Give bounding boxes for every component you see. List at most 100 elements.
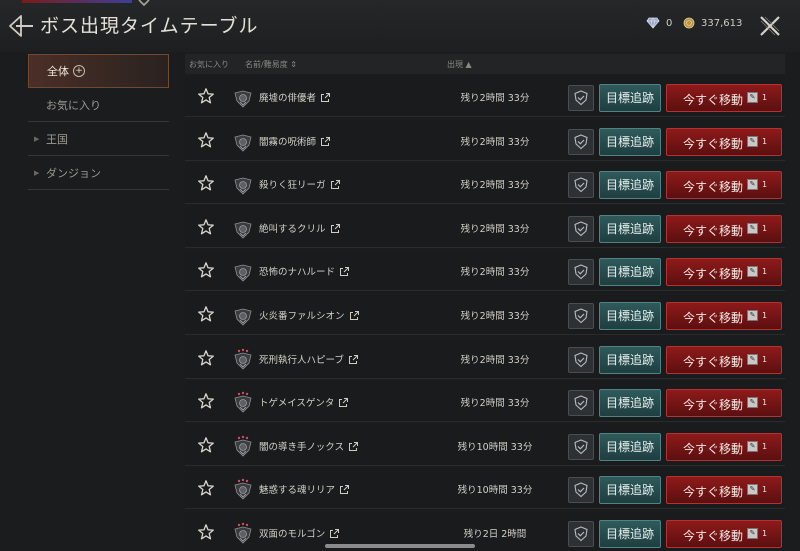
spawn-time: 残り2時間 33分 — [460, 223, 530, 235]
back-arrow-icon[interactable] — [6, 12, 36, 40]
teleport-scroll-icon: ✎ — [747, 310, 758, 321]
shield-check-button[interactable] — [568, 521, 594, 547]
favorite-star-icon[interactable] — [197, 131, 215, 149]
external-link-icon — [340, 267, 350, 277]
gold-currency: 337,613 — [683, 17, 742, 29]
boss-name-link[interactable]: 闇霧の呪術師 — [259, 134, 331, 148]
move-now-button[interactable]: 今すぐ移動 ✎ 1 — [666, 476, 782, 505]
boss-name-link[interactable]: 双面のモルゴン — [259, 526, 340, 540]
move-now-button[interactable]: 今すぐ移動 ✎ 1 — [666, 84, 782, 112]
boss-table: お気に入り 名前/難易度 ⇕ 出現 ▲ 廃墟の俳優者 残り2時間 33分 目標追跡今… — [185, 54, 785, 551]
boss-name-link[interactable]: 死刑執行人ハピーブ — [259, 352, 359, 366]
track-target-button[interactable]: 目標追跡 — [599, 432, 661, 461]
table-header: お気に入り 名前/難易度 ⇕ 出現 ▲ — [185, 54, 785, 74]
spawn-time: 残り10時間 33分 — [457, 485, 533, 497]
move-now-button[interactable]: 今すぐ移動 ✎ 1 — [666, 520, 782, 548]
favorite-star-icon[interactable] — [197, 305, 215, 323]
boss-name-link[interactable]: 火炎番ファルシオン — [259, 308, 360, 322]
move-cost: 1 — [762, 267, 768, 277]
table-row: トゲメイスゲンタ 残り2時間 33分 目標追跡 今すぐ移動 ✎ 1 — [185, 381, 785, 423]
header-name[interactable]: 名前/難易度 ⇕ — [245, 59, 297, 70]
move-now-label: 今すぐ移動 — [683, 485, 744, 500]
move-now-label: 今すぐ移動 — [683, 398, 744, 413]
header-name-label: 名前/難易度 — [245, 60, 288, 69]
favorite-star-icon[interactable] — [197, 87, 215, 105]
boss-name-link[interactable]: 廃墟の俳優者 — [259, 90, 331, 104]
move-now-button[interactable]: 今すぐ移動 ✎ 1 — [666, 345, 782, 374]
track-target-button[interactable]: 目標追跡 — [599, 127, 661, 156]
move-now-button[interactable]: 今すぐ移動 ✎ 1 — [666, 258, 782, 287]
sidebar-item-all[interactable]: 全体 + — [28, 54, 169, 88]
boss-name-link[interactable]: 殺りく狂リーガ — [259, 177, 341, 191]
boss-name-link[interactable]: 絶叫するクリル — [259, 221, 341, 235]
favorite-star-icon[interactable] — [197, 523, 215, 541]
move-now-label: 今すぐ移動 — [683, 267, 744, 282]
track-target-button[interactable]: 目標追跡 — [599, 214, 661, 243]
page-title: ボス出現タイムテーブル — [40, 15, 259, 37]
favorite-star-icon[interactable] — [197, 436, 215, 454]
favorite-star-icon[interactable] — [197, 218, 215, 236]
favorite-star-icon[interactable] — [197, 261, 215, 279]
shield-check-button[interactable] — [568, 477, 594, 504]
track-target-button[interactable]: 目標追跡 — [599, 389, 661, 418]
move-now-button[interactable]: 今すぐ移動 ✎ 1 — [666, 171, 782, 200]
shield-check-icon — [574, 221, 588, 237]
shield-check-button[interactable] — [568, 172, 594, 199]
shield-check-button[interactable] — [568, 346, 594, 373]
external-link-icon — [321, 136, 331, 146]
sidebar-item-favorites[interactable]: お気に入り — [28, 88, 169, 122]
track-target-button[interactable]: 目標追跡 — [599, 476, 661, 505]
favorite-star-icon[interactable] — [197, 392, 215, 410]
header-spawn-label: 出現 — [447, 60, 463, 69]
boss-name-link[interactable]: トゲメイスゲンタ — [259, 395, 349, 409]
plus-badge-icon: + — [73, 65, 85, 77]
track-target-button[interactable]: 目標追跡 — [599, 171, 661, 200]
move-now-button[interactable]: 今すぐ移動 ✎ 1 — [666, 127, 782, 156]
favorite-star-icon[interactable] — [197, 174, 215, 192]
boss-name-link[interactable]: 恐怖のナハルード — [259, 264, 350, 278]
boss-portrait-icon — [234, 90, 252, 108]
track-target-button[interactable]: 目標追跡 — [599, 258, 661, 287]
move-cost: 1 — [762, 354, 768, 364]
close-icon[interactable] — [756, 12, 784, 40]
move-now-button[interactable]: 今すぐ移動 ✎ 1 — [666, 389, 782, 418]
track-target-button[interactable]: 目標追跡 — [599, 345, 661, 374]
shield-check-button[interactable] — [568, 390, 594, 417]
header-favorite[interactable]: お気に入り — [189, 59, 229, 70]
shield-check-icon — [574, 133, 588, 149]
shield-check-button[interactable] — [568, 128, 594, 155]
boss-portrait-icon — [234, 435, 252, 457]
boss-portrait-icon — [234, 308, 252, 326]
sidebar-item-dungeon[interactable]: ▶ ダンジョン — [28, 156, 169, 190]
boss-portrait-icon — [234, 177, 252, 195]
boss-name-link[interactable]: 魅惑する魂リリア — [259, 482, 350, 496]
shield-check-button[interactable] — [568, 215, 594, 242]
favorite-star-icon[interactable] — [197, 479, 215, 497]
shield-check-button[interactable] — [568, 303, 594, 329]
shield-check-button[interactable] — [568, 259, 594, 286]
chevron-down-icon[interactable] — [137, 0, 151, 8]
sidebar-item-label: ダンジョン — [46, 166, 101, 180]
boss-portrait-icon — [234, 264, 252, 282]
boss-name: 殺りく狂リーガ — [259, 180, 326, 192]
sort-asc-icon: ▲ — [465, 60, 472, 69]
favorite-star-icon[interactable] — [197, 349, 215, 367]
shield-check-button[interactable] — [568, 433, 594, 460]
shield-check-icon — [574, 351, 588, 367]
sidebar-item-kingdom[interactable]: ▶ 王国 — [28, 122, 169, 156]
table-row: 死刑執行人ハピーブ 残り2時間 33分 目標追跡 今すぐ移動 ✎ 1 — [185, 337, 785, 379]
track-target-button[interactable]: 目標追跡 — [599, 520, 661, 548]
boss-name: 絶叫するクリル — [259, 223, 326, 235]
boss-name-link[interactable]: 闇の導き手ノックス — [259, 439, 359, 453]
move-now-button[interactable]: 今すぐ移動 ✎ 1 — [666, 432, 782, 461]
track-target-button[interactable]: 目標追跡 — [599, 84, 661, 112]
move-now-button[interactable]: 今すぐ移動 ✎ 1 — [666, 214, 782, 243]
external-link-icon — [330, 529, 340, 538]
move-now-button[interactable]: 今すぐ移動 ✎ 1 — [666, 302, 782, 330]
gold-count: 337,613 — [701, 17, 743, 29]
shield-check-icon — [574, 482, 588, 498]
track-target-button[interactable]: 目標追跡 — [599, 302, 661, 330]
teleport-scroll-icon: ✎ — [747, 440, 758, 452]
shield-check-button[interactable] — [568, 85, 594, 111]
header-spawn[interactable]: 出現 ▲ — [447, 59, 472, 70]
